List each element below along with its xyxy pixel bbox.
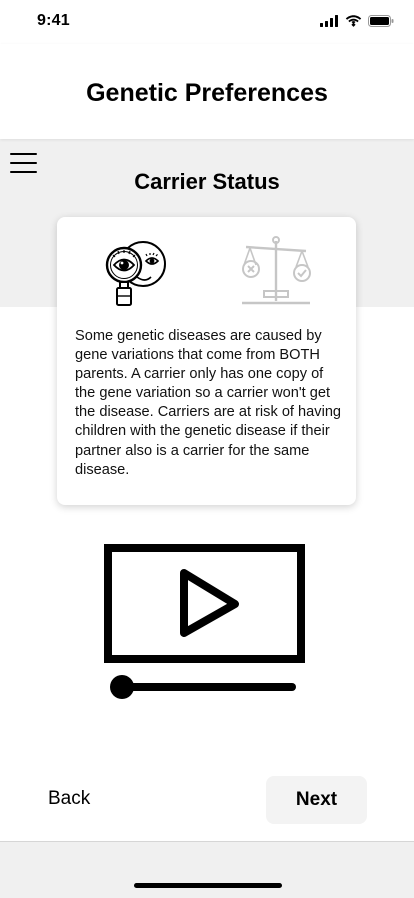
next-button[interactable]: Next [266,776,367,824]
bottom-bar [0,841,414,898]
back-button[interactable]: Back [48,788,90,810]
video-progress-handle[interactable] [110,675,134,699]
status-time: 9:41 [37,12,70,29]
title-bar: Genetic Preferences [0,44,414,139]
video-player[interactable] [104,544,307,702]
info-card: Some genetic diseases are caused by gene… [57,217,356,505]
scale-icon [242,236,311,305]
wifi-icon [345,15,362,27]
hamburger-line [10,153,37,155]
status-icons [320,15,394,27]
carrier-info-text: Some genetic diseases are caused by gene… [75,328,342,478]
section-title: Carrier Status [134,169,280,194]
page-title: Genetic Preferences [86,79,328,107]
card-icons [103,233,314,309]
home-indicator[interactable] [134,883,282,888]
signal-icon [320,15,338,27]
magnifier-eye-icon [105,241,166,306]
hamburger-line [10,162,37,164]
status-bar: 9:41 [0,0,414,44]
battery-icon [368,15,394,27]
